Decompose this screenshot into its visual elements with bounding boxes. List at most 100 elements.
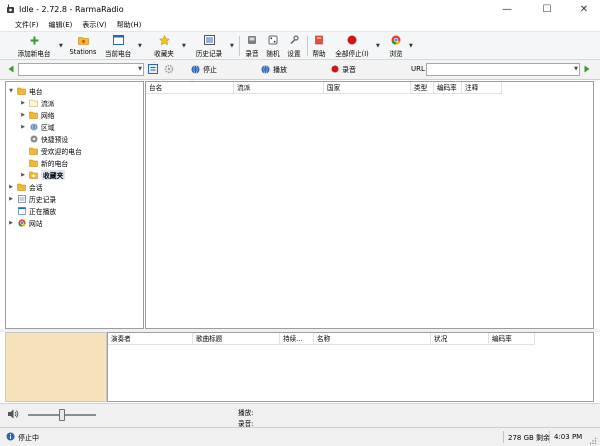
browse-button[interactable]: 浏览 [386,34,406,58]
play-button[interactable]: 播放 [261,64,287,76]
column-header-name[interactable]: 台名 [146,82,234,94]
column-header-bitrate[interactable]: 编码率 [434,82,462,94]
column-header-genre[interactable]: 流派 [234,82,324,94]
status-info-icon [6,432,15,443]
minimize-button[interactable]: — [492,0,522,18]
category-tree: ▼ 电台 ▶ 流派 ▶ 网络 ▶ 区域 快捷预设 受欢迎的电台 新的电台 ▶ 收… [5,81,144,329]
stations-button[interactable]: Stations [68,34,98,58]
volume-speaker-icon[interactable] [7,408,19,422]
tree-item-region[interactable]: ▶ 区域 [20,121,55,132]
url-input[interactable]: ▼ [426,63,580,76]
record-toolbar-label: 录音 [245,50,259,58]
column-header-filename[interactable]: 名称 [314,333,431,345]
stop-button[interactable]: 停止 [191,64,217,76]
menu-edit[interactable]: 编辑(E) [44,18,78,32]
tree-item-websites[interactable]: ▶ 网站 [8,217,43,228]
play-globe-icon [261,64,270,76]
tree-item-network[interactable]: ▶ 网络 [20,109,55,120]
tree-item-now-playing[interactable]: 正在播放 [17,205,56,216]
stations-label: Stations [69,48,97,56]
record-device-icon [246,34,258,46]
browse-label: 浏览 [389,50,403,58]
current-station-button[interactable]: 当前电台 [102,34,134,58]
station-select[interactable]: ▼ [18,63,144,76]
add-station-button[interactable]: 添加新电台 [14,34,54,58]
help-label: 帮助 [312,50,326,58]
status-state: 停止中 [18,434,39,442]
close-icon: ✕ [579,3,589,15]
toolbar-separator [307,36,308,56]
go-arrow-icon[interactable] [584,65,590,75]
expand-chevron-icon[interactable]: ▶ [8,184,14,190]
menu-view[interactable]: 表示(V) [77,18,111,32]
stop-all-red-icon [346,34,358,46]
favorites-dropdown-icon[interactable]: ▼ [182,43,186,49]
record-button[interactable]: 录音 [331,64,356,76]
favorites-label: 收藏夹 [154,50,174,58]
station-list: ^ 台名 流派 国家 类型 编码率 注释 [145,81,594,329]
folder-icon [29,99,38,107]
tree-item-new-stations[interactable]: 新的电台 [29,157,68,168]
url-dropdown-icon[interactable]: ▼ [574,64,578,75]
column-header-comment[interactable]: 注释 [462,82,502,94]
expand-chevron-icon[interactable]: ▶ [20,100,26,106]
column-header-song-title[interactable]: 歌曲标题 [193,333,280,345]
tree-item-genre[interactable]: ▶ 流派 [20,97,55,108]
settings-button[interactable]: 设置 [285,34,303,58]
record-toolbar-button[interactable]: 录音 [243,34,261,58]
expand-chevron-icon[interactable]: ▶ [8,196,14,202]
player-bar: 播放: 录音: [0,403,600,428]
menu-file[interactable]: 文件(F) [10,18,44,32]
current-station-dropdown-icon[interactable]: ▼ [138,43,142,49]
volume-slider-thumb[interactable] [59,409,65,421]
add-favorite-gear-icon[interactable] [164,64,174,76]
column-header-type[interactable]: 类型 [411,82,434,94]
resize-grip-icon[interactable] [589,437,597,446]
expand-chevron-icon[interactable]: ▶ [20,172,26,178]
station-info-icon[interactable] [148,64,158,76]
play-label: 播放 [273,66,287,74]
globe-icon [29,122,38,131]
history-label: 历史记录 [195,50,223,58]
expand-chevron-icon[interactable]: ▶ [20,112,26,118]
expand-chevron-icon[interactable]: ▶ [8,220,14,226]
status-bar: 停止中 278 GB 剩余 4:03 PM [0,427,600,446]
help-button[interactable]: 帮助 [310,34,328,58]
toolbar-separator [239,36,240,56]
tree-item-session[interactable]: ▶ 会话 [8,181,43,192]
clock-time: 4:03 PM [554,433,583,441]
history-dropdown-icon[interactable]: ▼ [230,43,234,49]
tree-item-radio[interactable]: ▼ 电台 [8,85,43,96]
history-button[interactable]: 历史记录 [192,34,226,58]
session-folder-icon [17,183,26,191]
collapse-chevron-icon[interactable]: ▼ [8,88,14,94]
address-bar: ▼ 停止 播放 录音 URL ▼ [0,60,600,80]
column-header-duration[interactable]: 持续... [280,333,314,345]
column-header-country[interactable]: 国家 [324,82,411,94]
tree-item-favorites[interactable]: ▶ 收藏夹 [20,169,66,180]
tree-item-history[interactable]: ▶ 历史记录 [8,193,56,204]
random-button[interactable]: 随机 [264,34,282,58]
disk-free-space: 278 GB 剩余 [508,434,551,442]
station-select-dropdown-icon[interactable]: ▼ [138,64,142,75]
column-header-bitrate[interactable]: 编码率 [489,333,535,345]
minimize-icon: — [502,3,512,15]
stop-all-dropdown-icon[interactable]: ▼ [376,43,380,49]
maximize-button[interactable]: ☐ [532,0,562,18]
tree-item-popular-stations[interactable]: 受欢迎的电台 [29,145,82,156]
tree-item-quick-presets[interactable]: 快捷预设 [29,133,68,144]
favorites-star-icon [158,34,170,46]
menu-help[interactable]: 帮助(H) [112,18,147,32]
stations-folder-icon [77,34,89,46]
browse-dropdown-icon[interactable]: ▼ [409,43,413,49]
column-header-artist[interactable]: 演奏者 [108,333,193,345]
tree-item-label: 网络 [41,111,55,120]
playing-label: 播放: [238,409,254,417]
expand-chevron-icon[interactable]: ▶ [20,124,26,130]
back-arrow-icon[interactable] [8,65,14,75]
stop-all-button[interactable]: 全部停止(I) [333,34,371,58]
favorites-button[interactable]: 收藏夹 [150,34,178,58]
close-button[interactable]: ✕ [569,0,599,18]
column-header-status[interactable]: 状况 [431,333,489,345]
add-station-dropdown-icon[interactable]: ▼ [59,43,63,49]
